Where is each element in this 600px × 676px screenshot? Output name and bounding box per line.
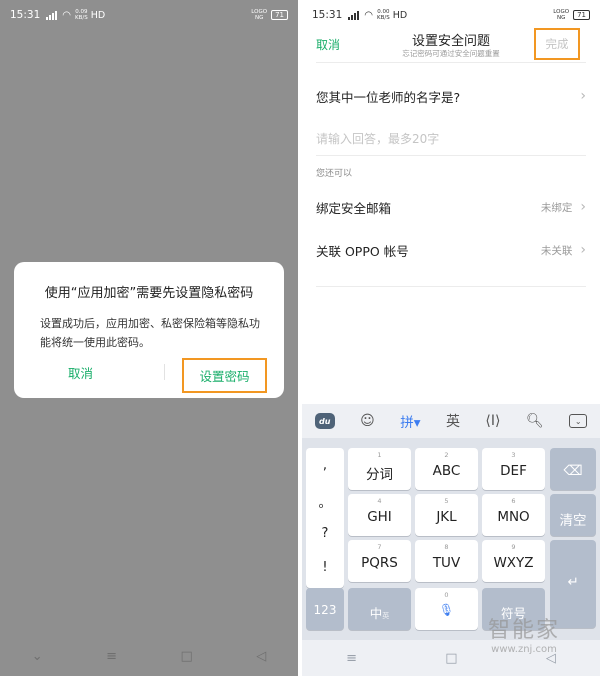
signal-icon	[46, 10, 58, 20]
menu-icon[interactable]: ≡	[346, 651, 357, 666]
dialog-divider	[164, 364, 165, 380]
wifi-icon: ◠	[62, 9, 71, 21]
dialog-message: 设置成功后，应用加密、私密保险箱等隐私功能将统一使用此密码。	[40, 317, 260, 349]
watermark-url: www.znj.com	[491, 644, 557, 655]
punct-exclaim[interactable]: !	[306, 560, 344, 575]
chevron-right-icon: ›	[580, 88, 586, 104]
language-switch-key[interactable]: 中英	[348, 588, 411, 630]
status-time: 15:31	[312, 9, 343, 21]
status-bar: 15:31 ◠ 0.09 KB/S HD LOGO NG 71	[0, 0, 298, 30]
bind-email-status: 未绑定	[540, 201, 573, 214]
security-question-selector[interactable]: 您其中一位老师的名字是? ›	[316, 84, 586, 108]
question-label: 您其中一位老师的名字是?	[316, 89, 461, 105]
bind-email-label: 绑定安全邮箱	[316, 200, 392, 216]
dialog-title: 使用“应用加密”需要先设置隐私密码	[44, 286, 254, 301]
microphone-icon: 🎙︎	[438, 603, 455, 617]
english-mode-button[interactable]: 英	[446, 411, 460, 431]
navigation-bar: ⌄ ≡ □ ◁	[0, 636, 298, 676]
punct-period[interactable]: 。	[306, 492, 344, 511]
punct-comma[interactable]: ,	[306, 458, 344, 473]
key-7[interactable]: 7 PQRS	[348, 540, 411, 582]
home-icon[interactable]: □	[445, 651, 457, 666]
pinyin-keyboard: du ☺ 拼▾ 英 ⟨I⟩ 🔍︎ ⌄ , 。 ? ! 1 分词 2 ABC 3 …	[302, 404, 600, 640]
network-speed: 0.00 KB/S	[377, 9, 390, 21]
carrier-logo: LOGO NG	[553, 9, 570, 21]
network-speed: 0.09 KB/S	[75, 9, 88, 21]
privacy-password-dialog: 使用“应用加密”需要先设置隐私密码 设置成功后，应用加密、私密保险箱等隐私功能将…	[14, 262, 284, 398]
home-icon[interactable]: □	[180, 649, 192, 664]
emoji-icon[interactable]: ☺	[360, 413, 375, 429]
section-label: 您还可以	[316, 169, 353, 179]
watermark-brand: 智能家	[488, 618, 561, 643]
number-key[interactable]: 123	[306, 588, 344, 630]
section-divider	[316, 286, 586, 287]
battery-icon: 71	[573, 10, 590, 20]
key-3[interactable]: 3 DEF	[482, 448, 545, 490]
chevron-right-icon: ›	[580, 242, 586, 258]
header-divider	[316, 62, 586, 63]
status-bar: 15:31 ◠ 0.00 KB/S HD LOGO NG 71	[302, 0, 600, 30]
done-button[interactable]: 完成	[534, 28, 580, 60]
punctuation-column[interactable]: , 。 ? !	[306, 448, 344, 588]
pinyin-mode-button[interactable]: 拼▾	[400, 411, 420, 431]
bind-email-item[interactable]: 绑定安全邮箱 未绑定 ›	[316, 195, 586, 219]
link-oppo-status: 未关联	[540, 244, 573, 257]
page-header: 取消 设置安全问题 忘记密码可通过安全问题重置 完成	[302, 28, 600, 62]
baidu-logo-icon[interactable]: du	[314, 413, 335, 429]
keyboard-toolbar: du ☺ 拼▾ 英 ⟨I⟩ 🔍︎ ⌄	[302, 404, 600, 438]
signal-icon	[348, 10, 360, 20]
backspace-icon: ⌫	[563, 463, 583, 479]
chevron-right-icon: ›	[580, 199, 586, 215]
hd-indicator: HD	[392, 9, 408, 21]
battery-icon: 71	[271, 10, 288, 20]
clear-key[interactable]: 清空	[550, 494, 596, 536]
key-2[interactable]: 2 ABC	[415, 448, 478, 490]
key-4[interactable]: 4 GHI	[348, 494, 411, 536]
hd-indicator: HD	[90, 9, 106, 21]
space-voice-key[interactable]: 0 🎙︎	[415, 588, 478, 630]
carrier-logo: LOGO NG	[251, 9, 268, 21]
right-phone-screen: 15:31 ◠ 0.00 KB/S HD LOGO NG 71 取消 设置安全问题 …	[302, 0, 600, 676]
left-phone-screen: 15:31 ◠ 0.09 KB/S HD LOGO NG 71 使用“应用加密”需要…	[0, 0, 298, 676]
watermark: 智能家 www.znj.com	[488, 612, 560, 655]
key-9[interactable]: 9 WXYZ	[482, 540, 545, 582]
key-8[interactable]: 8 TUV	[415, 540, 478, 582]
wifi-icon: ◠	[364, 9, 373, 21]
delete-key[interactable]: ⌫	[550, 448, 596, 490]
status-time: 15:31	[10, 9, 41, 21]
answer-input[interactable]: 请输入回答，最多20字	[316, 130, 439, 147]
punct-question[interactable]: ?	[306, 526, 344, 541]
dialog-cancel-button[interactable]: 取消	[68, 363, 93, 382]
cursor-icon[interactable]: ⟨I⟩	[485, 413, 500, 429]
back-icon[interactable]: ◁	[256, 649, 266, 664]
key-5[interactable]: 5 JKL	[415, 494, 478, 536]
set-password-button[interactable]: 设置密码	[182, 358, 267, 393]
return-icon: ↵	[567, 574, 579, 590]
key-6[interactable]: 6 MNO	[482, 494, 545, 536]
answer-divider	[316, 155, 586, 156]
link-oppo-account-item[interactable]: 关联 OPPO 帐号 未关联 ›	[316, 238, 586, 262]
menu-icon[interactable]: ≡	[106, 649, 117, 664]
link-oppo-label: 关联 OPPO 帐号	[316, 243, 409, 259]
keyboard-hide-icon[interactable]: ⌄	[569, 414, 588, 428]
chevron-down-icon[interactable]: ⌄	[32, 649, 43, 664]
search-icon[interactable]: 🔍︎	[526, 413, 544, 429]
key-1[interactable]: 1 分词	[348, 448, 411, 490]
